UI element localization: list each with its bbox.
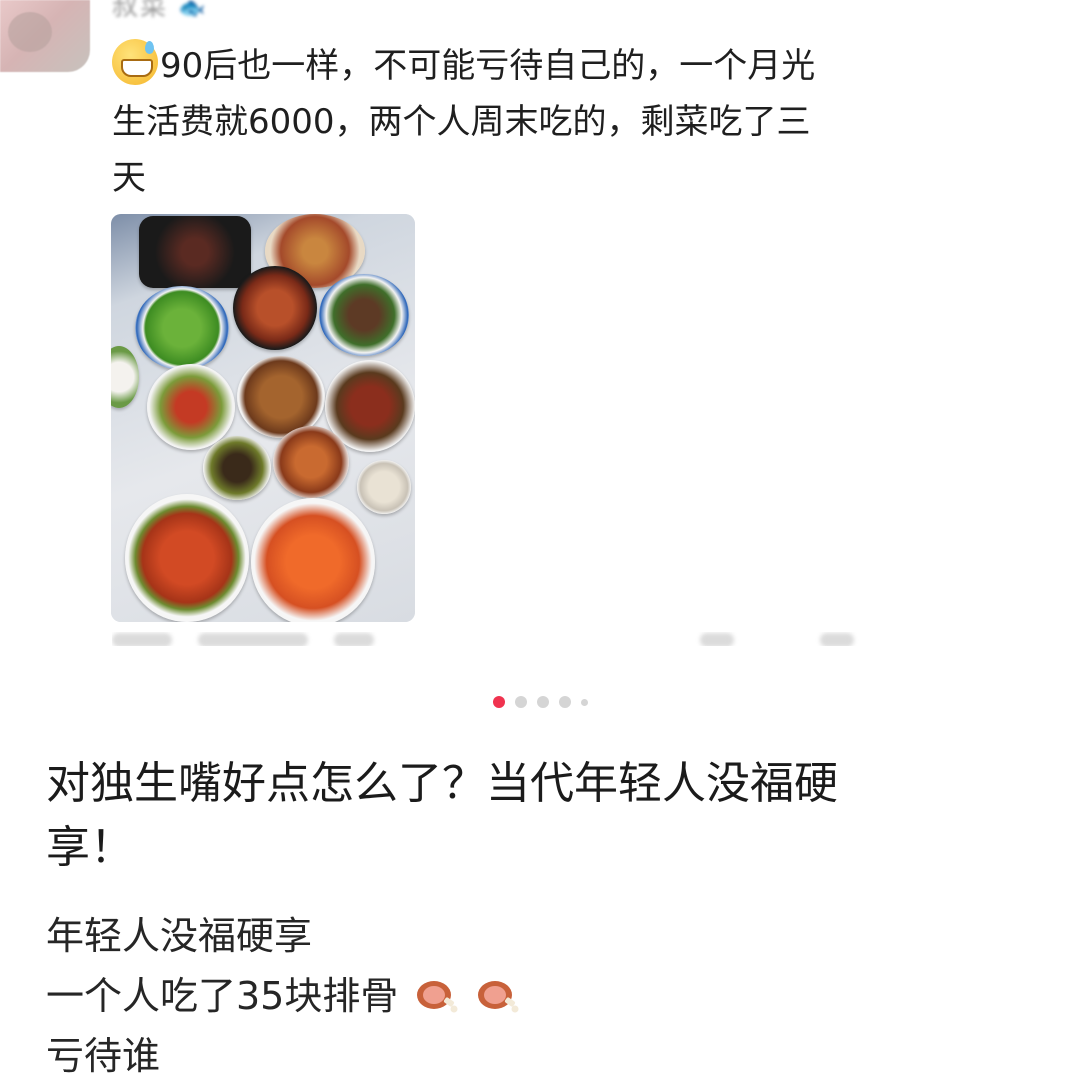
dish-carrot-beef [251, 498, 375, 622]
post-title-line-2: 享！ [46, 822, 134, 873]
meat-on-bone-icon [477, 981, 519, 1013]
clay-pot [139, 216, 251, 288]
post-title-line-1: 对独生嘴好点怎么了？当代年轻人没福硬 [46, 758, 838, 809]
post-body-line-1: 年轻人没福硬享 [46, 914, 313, 958]
dish-braised-pork [233, 266, 317, 350]
comment-line-2: 生活费就6000，两个人周末吃的，剩菜吃了三 [112, 102, 811, 142]
dish-stirfry-chili [147, 364, 235, 450]
post-title: 对独生嘴好点怎么了？当代年轻人没福硬 享！ [46, 752, 1006, 880]
post-body-line-3: 亏待谁 [46, 1034, 161, 1078]
dish-beef-celery [319, 274, 409, 356]
dish-green-peppers [135, 286, 229, 370]
dish-crayfish [125, 494, 249, 622]
carousel-dot[interactable] [536, 696, 549, 708]
carousel-indicator [0, 696, 1080, 708]
carousel-dot[interactable] [580, 698, 588, 706]
comment-line-3: 天 [112, 158, 146, 198]
sweat-smile-emoji-icon [112, 39, 158, 85]
comment-text: 90后也一样，不可能亏待自己的，一个月光 生活费就6000，两个人周末吃的，剩菜… [112, 38, 892, 206]
dish-tofu [357, 460, 411, 514]
post-body-line-2: 一个人吃了35块排骨 [46, 974, 399, 1018]
fish-icon: 🐟 [178, 0, 208, 21]
carousel-dot[interactable] [514, 696, 527, 708]
meat-on-bone-icon [417, 981, 458, 1013]
username-text: 叔菜 [112, 0, 169, 22]
food-table-photo[interactable] [111, 214, 415, 622]
carousel-dot-active[interactable] [492, 696, 505, 708]
post-body: 年轻人没福硬享 一个人吃了35块排骨 亏待谁 [46, 906, 1006, 1086]
comment-username[interactable]: 叔菜 🐟 [112, 0, 208, 23]
dish-pork-sauce [273, 426, 349, 498]
comment-actions-row [112, 632, 882, 646]
dish-dark-stew [203, 436, 271, 500]
comment-line-1: 90后也一样，不可能亏待自己的，一个月光 [160, 46, 816, 86]
carousel-dot[interactable] [558, 696, 571, 708]
avatar[interactable] [0, 0, 90, 72]
